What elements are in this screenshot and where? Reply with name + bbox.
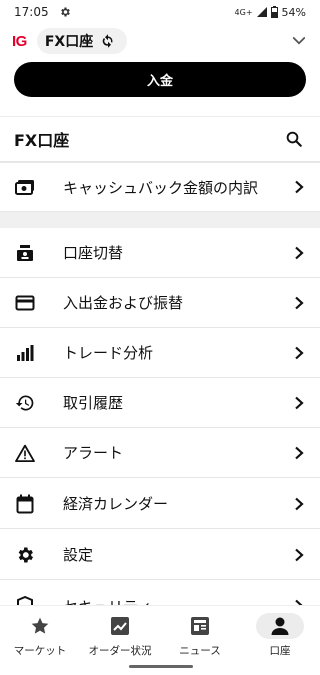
status-right: 4G+ 54% [235, 6, 306, 19]
menu-item-alerts[interactable]: アラート [0, 428, 320, 478]
menu-item-label: 経済カレンダー [63, 495, 169, 513]
nav-account[interactable]: 口座 [240, 606, 320, 675]
account-title-row: FX口座 [0, 117, 320, 161]
menu-item-label: トレード分析 [63, 344, 154, 362]
warning-icon [15, 443, 35, 463]
star-icon [16, 613, 64, 639]
battery-icon [270, 6, 278, 18]
nav-markets[interactable]: マーケット [0, 606, 80, 675]
menu-item-label: 入出金および振替 [63, 294, 184, 312]
menu-item-label: 口座切替 [63, 244, 124, 262]
chevron-right-icon [292, 296, 306, 310]
account-switch-icon [15, 243, 35, 263]
nav-label: オーダー状況 [88, 645, 152, 657]
status-time: 17:05 [14, 5, 49, 19]
network-type: 4G+ [234, 7, 253, 17]
account-name: FX口座 [44, 34, 94, 50]
menu-item-label: アラート [63, 444, 124, 462]
battery-level: 54% [281, 5, 306, 19]
settings-gear-icon [59, 6, 71, 18]
calendar-icon [15, 494, 35, 514]
deposit-button[interactable]: 入金 [14, 62, 306, 97]
section-gap [0, 212, 320, 228]
chevron-right-icon [292, 246, 306, 260]
chevron-right-icon [292, 346, 306, 360]
chevron-right-icon [292, 548, 306, 562]
menu-item-economic-calendar[interactable]: 経済カレンダー [0, 479, 320, 529]
menu-item-label: 取引履歴 [63, 394, 124, 412]
chevron-right-icon [292, 497, 306, 511]
app-header: IG FX口座 [0, 24, 320, 58]
cash-icon [15, 177, 35, 197]
chevron-right-icon [292, 180, 306, 194]
news-icon [176, 613, 224, 639]
menu-item-cashback[interactable]: キャッシュバック金額の内訳 [0, 163, 320, 212]
ig-logo: IG [12, 32, 27, 50]
status-bar: 17:05 4G+ 54% [0, 0, 320, 24]
signal-icon [256, 7, 267, 17]
menu-item-deposit-withdraw[interactable]: 入出金および振替 [0, 278, 320, 328]
history-icon [15, 393, 35, 413]
menu-item-label: キャッシュバック金額の内訳 [63, 178, 259, 197]
nav-label: マーケット [13, 645, 67, 657]
menu-item-trade-analysis[interactable]: トレード分析 [0, 328, 320, 378]
person-icon [256, 613, 304, 639]
nav-label: 口座 [269, 645, 291, 657]
chevron-down-icon[interactable] [290, 32, 308, 50]
menu-item-settings[interactable]: 設定 [0, 530, 320, 580]
trend-icon [96, 613, 144, 639]
menu-item-account-switch[interactable]: 口座切替 [0, 228, 320, 278]
account-selector[interactable]: FX口座 [36, 28, 128, 54]
bar-chart-icon [15, 343, 35, 363]
card-icon [15, 293, 35, 313]
menu-item-trade-history[interactable]: 取引履歴 [0, 378, 320, 428]
chevron-right-icon [292, 396, 306, 410]
menu-item-label: 設定 [63, 546, 94, 564]
chevron-right-icon [292, 446, 306, 460]
sync-icon [99, 32, 117, 50]
page-title: FX口座 [14, 131, 70, 150]
home-indicator [129, 665, 193, 668]
gear-icon [15, 545, 35, 565]
search-icon[interactable] [282, 127, 306, 151]
nav-label: ニュース [179, 645, 221, 657]
